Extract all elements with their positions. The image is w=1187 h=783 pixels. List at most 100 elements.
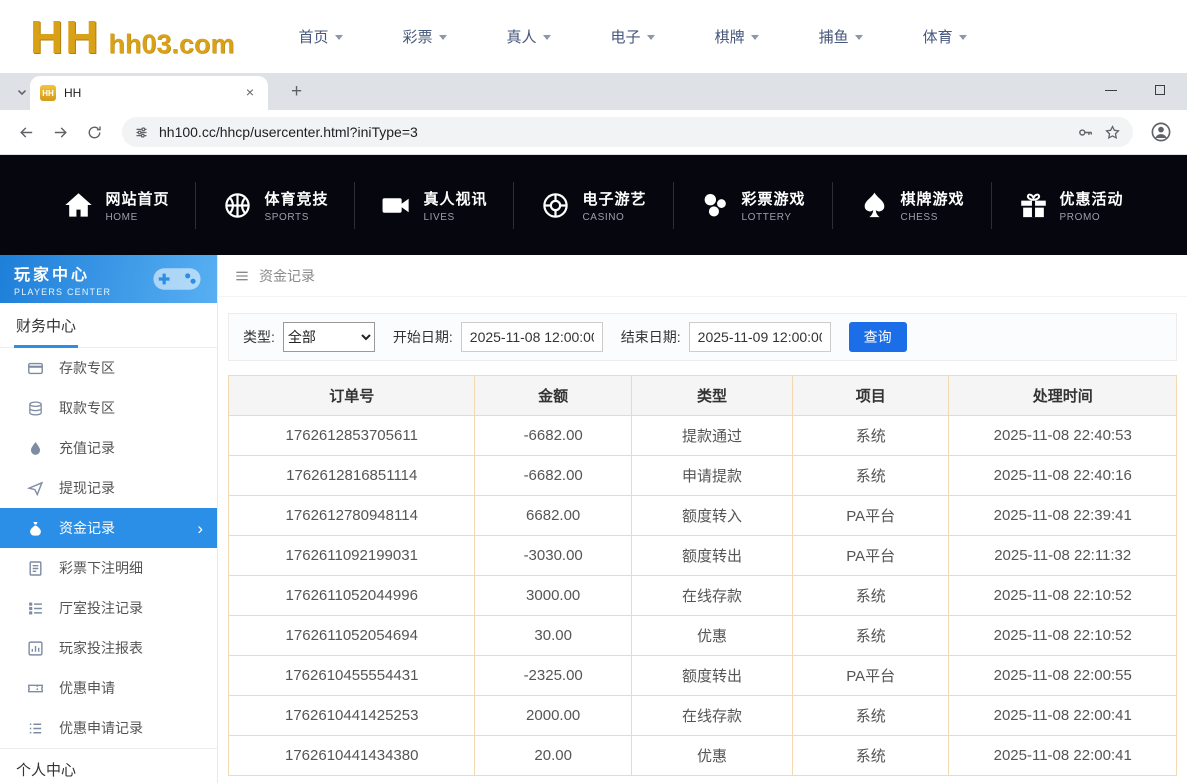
- table-cell: -2325.00: [475, 656, 631, 696]
- sidebar-item[interactable]: 优惠申请记录: [0, 708, 217, 748]
- type-select[interactable]: 全部: [283, 322, 375, 352]
- back-button[interactable]: [12, 118, 40, 146]
- end-date-input[interactable]: [689, 322, 831, 352]
- site-logo[interactable]: HH hh03.com: [30, 10, 235, 64]
- table-cell: 1762610455554431: [229, 656, 475, 696]
- main-nav-item[interactable]: 电子游艺CASINO: [514, 182, 673, 229]
- main-nav: 网站首页HOME体育竞技SPORTS 真人视讯 LIVES 电子游艺CASINO彩票游…: [0, 155, 1187, 255]
- table-header-cell: 处理时间: [949, 376, 1177, 416]
- sidebar-item[interactable]: 提现记录: [0, 468, 217, 508]
- menu-icon: [234, 268, 250, 284]
- main-nav-item[interactable]: 彩票游戏LOTTERY: [674, 182, 833, 229]
- tab-favicon-icon: HH: [40, 85, 56, 101]
- new-tab-button[interactable]: +: [284, 79, 309, 104]
- password-key-icon[interactable]: [1077, 124, 1094, 141]
- chevron-down-icon: [855, 35, 863, 40]
- web-page: 网站首页HOME体育竞技SPORTS 真人视讯 LIVES 电子游艺CASINO彩票游…: [0, 155, 1187, 783]
- table-cell: 2025-11-08 22:00:41: [949, 736, 1177, 776]
- site-nav-item[interactable]: 首页: [299, 26, 343, 47]
- sidebar-item[interactable]: 优惠申请: [0, 668, 217, 708]
- maximize-button[interactable]: [1155, 85, 1165, 95]
- table-cell: 优惠: [631, 736, 792, 776]
- main-nav-title: 棋牌游戏: [901, 188, 965, 209]
- chevron-down-icon: [439, 35, 447, 40]
- table-cell: 系统: [793, 576, 949, 616]
- chevron-down-icon: [543, 35, 551, 40]
- main-nav-item[interactable]: 体育竞技SPORTS: [196, 182, 355, 229]
- sidebar-item-label: 提现记录: [59, 478, 115, 498]
- start-date-label: 开始日期:: [393, 327, 453, 347]
- home-icon: [63, 190, 94, 221]
- sidebar-item[interactable]: 厅室投注记录: [0, 588, 217, 628]
- table-cell: 2025-11-08 22:11:32: [949, 536, 1177, 576]
- table-cell: 系统: [793, 696, 949, 736]
- sidebar-item[interactable]: 存款专区: [0, 348, 217, 388]
- reload-button[interactable]: [80, 118, 108, 146]
- table-cell: 2025-11-08 22:39:41: [949, 496, 1177, 536]
- site-nav-item[interactable]: 棋牌: [715, 26, 759, 47]
- minimize-button[interactable]: [1105, 90, 1117, 91]
- bookmark-star-icon[interactable]: [1104, 124, 1121, 141]
- site-nav-item[interactable]: 电子: [611, 26, 655, 47]
- logo-domain: hh03.com: [108, 29, 234, 60]
- players-center-header: 玩家中心 PLAYERS CENTER: [0, 255, 217, 303]
- back-icon: [18, 124, 35, 141]
- site-nav-item[interactable]: 体育: [923, 26, 967, 47]
- table-cell: 申请提款: [631, 456, 792, 496]
- sidebar-item[interactable]: 彩票下注明细: [0, 548, 217, 588]
- main-nav-item[interactable]: 网站首页HOME: [37, 182, 196, 229]
- players-center-subtitle: PLAYERS CENTER: [14, 287, 111, 297]
- table-cell: 系统: [793, 456, 949, 496]
- lottery-icon: [700, 190, 731, 221]
- sidebar-item-label: 取款专区: [59, 398, 115, 418]
- site-nav-label: 彩票: [403, 26, 433, 47]
- sidebar-item[interactable]: 玩家投注报表: [0, 628, 217, 668]
- finance-section-header[interactable]: 财务中心: [0, 303, 217, 348]
- start-date-input[interactable]: [461, 322, 603, 352]
- browser-tab[interactable]: HH HH ×: [30, 76, 268, 110]
- browser-tabstrip: HH HH × +: [0, 73, 1187, 110]
- table-cell: 30.00: [475, 616, 631, 656]
- table-cell: PA平台: [793, 496, 949, 536]
- main-nav-title: 真人视讯: [423, 188, 487, 209]
- address-bar[interactable]: hh100.cc/hhcp/usercenter.html?iniType=3: [122, 117, 1133, 147]
- forward-button[interactable]: [46, 118, 74, 146]
- site-nav-item[interactable]: 真人: [507, 26, 551, 47]
- table-header-cell: 订单号: [229, 376, 475, 416]
- url-text[interactable]: hh100.cc/hhcp/usercenter.html?iniType=3: [159, 124, 1067, 140]
- doc-icon: [27, 560, 44, 577]
- query-button[interactable]: 查询: [849, 322, 907, 352]
- sidebar-item[interactable]: 取款专区: [0, 388, 217, 428]
- personal-section-header[interactable]: 个人中心: [0, 748, 217, 783]
- table-cell: 20.00: [475, 736, 631, 776]
- sidebar-item-label: 彩票下注明细: [59, 558, 143, 578]
- site-nav-item[interactable]: 彩票: [403, 26, 447, 47]
- card-icon: [27, 360, 44, 377]
- sidebar-item[interactable]: 充值记录: [0, 428, 217, 468]
- players-center-title: 玩家中心: [14, 261, 111, 285]
- table-header-row: 订单号金额类型项目处理时间: [229, 376, 1177, 416]
- main-nav-item[interactable]: 真人视讯 LIVES: [355, 182, 514, 229]
- table-cell: 1762610441425253: [229, 696, 475, 736]
- chevron-down-icon: [335, 35, 343, 40]
- main-nav-item[interactable]: 优惠活动PROMO: [992, 182, 1150, 229]
- table-cell: 2025-11-08 22:10:52: [949, 576, 1177, 616]
- records-table: 订单号金额类型项目处理时间 1762612853705611-6682.00提款…: [228, 375, 1177, 776]
- main-nav-item[interactable]: 棋牌游戏CHESS: [833, 182, 992, 229]
- table-cell: 1762612780948114: [229, 496, 475, 536]
- table-cell: 额度转入: [631, 496, 792, 536]
- logo-text: HH: [30, 10, 100, 64]
- main-nav-subtitle: LOTTERY: [742, 212, 806, 223]
- tab-close-icon[interactable]: ×: [242, 85, 258, 101]
- grid-list-icon: [27, 600, 44, 617]
- profile-avatar-icon[interactable]: [1147, 118, 1175, 146]
- sidebar: 玩家中心 PLAYERS CENTER 财务中心 存款专区取款专区充值记录提现记…: [0, 255, 218, 783]
- personal-section-label: 个人中心: [16, 747, 76, 783]
- site-nav-item[interactable]: 捕鱼: [819, 26, 863, 47]
- sidebar-item[interactable]: 资金记录›: [0, 508, 217, 548]
- sidebar-item-label: 资金记录: [59, 518, 115, 538]
- table-cell: 优惠: [631, 616, 792, 656]
- main-nav-subtitle: LIVES: [423, 212, 487, 223]
- site-info-icon[interactable]: [134, 125, 149, 140]
- main-nav-subtitle: HOME: [105, 212, 169, 223]
